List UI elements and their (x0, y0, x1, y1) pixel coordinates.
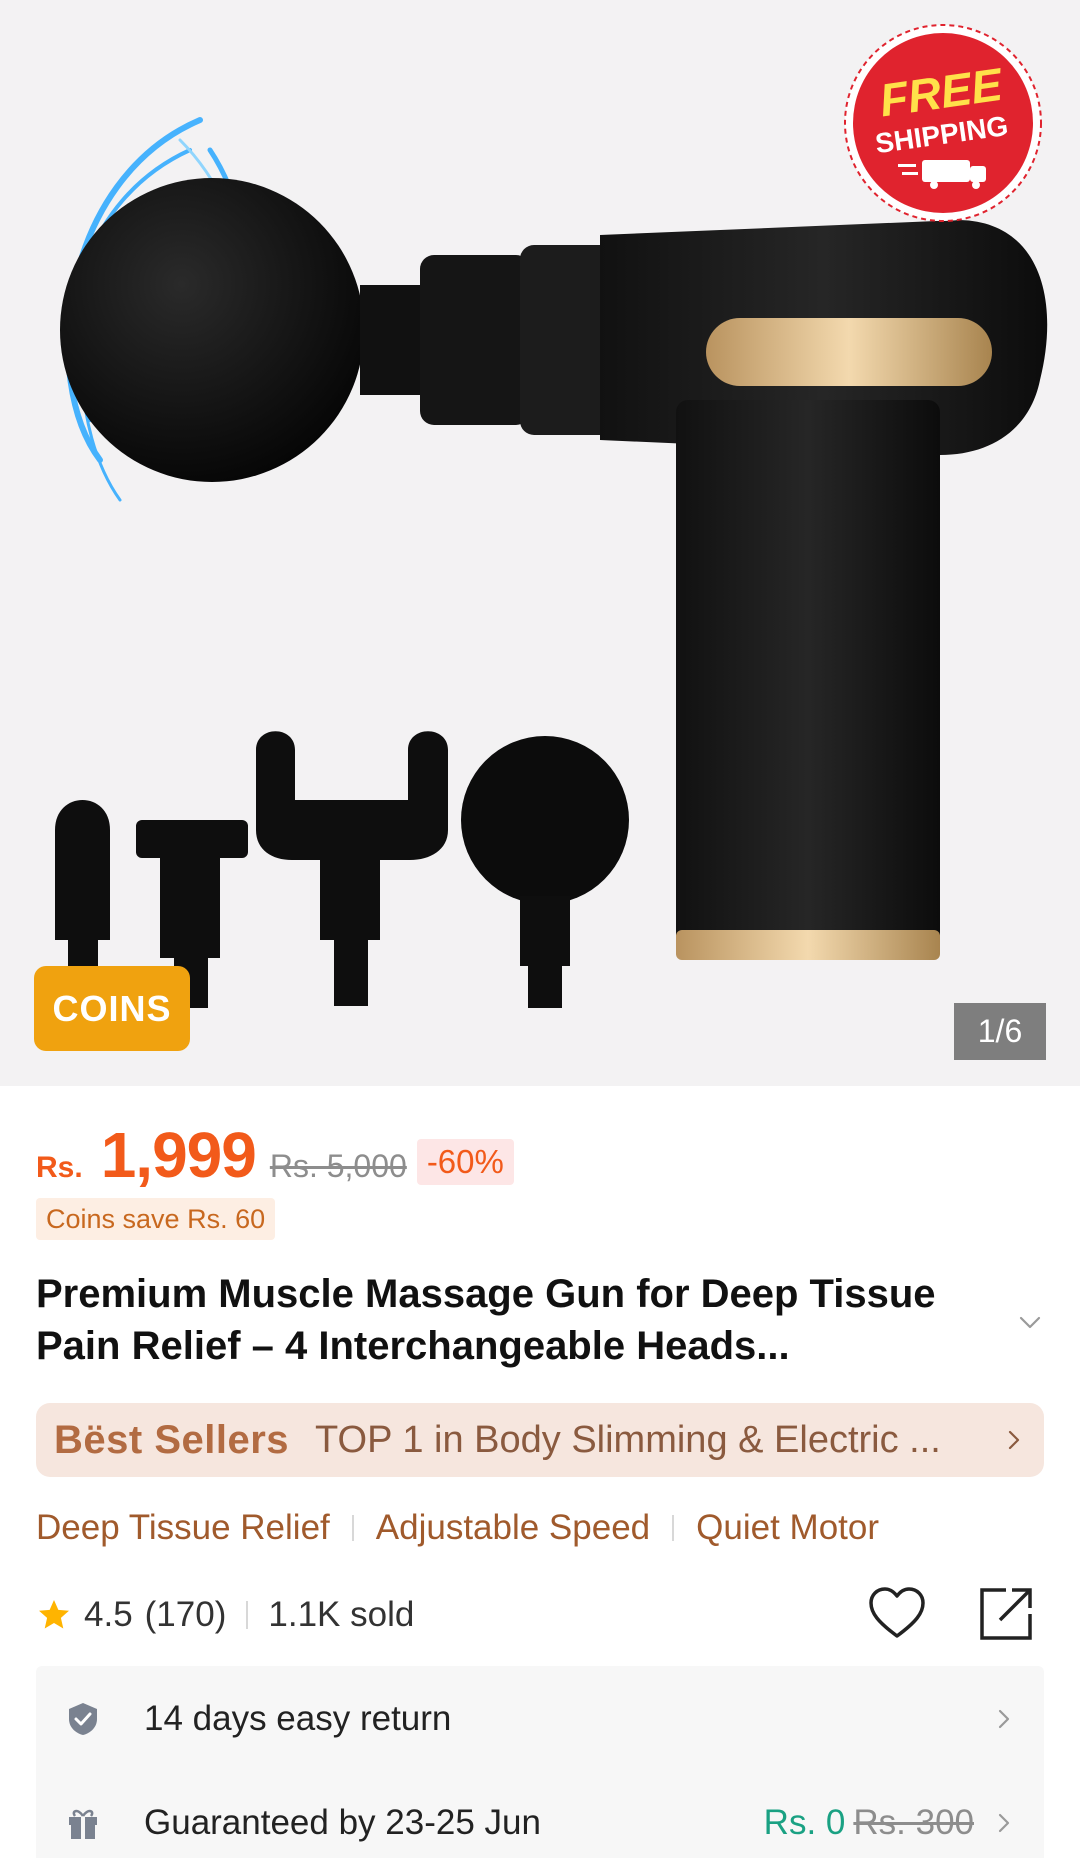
free-shipping-badge: FREE SHIPPING (844, 24, 1042, 222)
shield-check-icon (69, 1703, 97, 1735)
share-icon[interactable] (976, 1584, 1036, 1644)
price-row: Rs. 1,999 Rs. 5,000 -60% (36, 1118, 514, 1198)
chevron-down-icon[interactable] (1016, 1308, 1044, 1336)
chevron-right-icon (998, 1813, 1010, 1833)
feature-tags: Deep Tissue Relief Adjustable Speed Quie… (36, 1503, 879, 1553)
rating-score: 4.5 (84, 1595, 133, 1634)
rating-count: (170) (144, 1595, 227, 1634)
delivery-fee-original: Rs. 300 (853, 1803, 974, 1842)
original-price: Rs. 5,000 (269, 1148, 407, 1184)
sold-count: 1.1K sold (268, 1595, 415, 1634)
gift-icon (69, 1809, 97, 1839)
chevron-right-icon (998, 1709, 1010, 1729)
divider (351, 1515, 354, 1541)
current-price: 1,999 (100, 1119, 257, 1191)
image-counter: 1/6 (954, 1003, 1046, 1060)
discount-badge: -60% (416, 1139, 514, 1185)
product-image-gallery[interactable]: FREE SHIPPING COINS 1/6 (0, 0, 1080, 1086)
product-title[interactable]: Premium Muscle Massage Gun for Deep Tiss… (36, 1268, 1006, 1372)
coins-tag: COINS (34, 966, 190, 1051)
return-policy-text: 14 days easy return (144, 1699, 452, 1738)
divider (246, 1601, 249, 1629)
feature-tag: Adjustable Speed (375, 1508, 651, 1547)
star-icon (39, 1600, 69, 1629)
coins-save-badge: Coins save Rs. 60 (36, 1198, 276, 1240)
return-policy-row[interactable]: 14 days easy return (36, 1684, 1044, 1754)
currency-label: Rs. (36, 1151, 83, 1184)
feature-tag: Quiet Motor (696, 1508, 880, 1547)
service-panel: 14 days easy return Guaranteed by 23-25 … (36, 1666, 1044, 1858)
delivery-fee: Rs. 0 (763, 1803, 846, 1842)
rating-row[interactable]: 4.5 (170) 1.1K sold (36, 1590, 414, 1640)
feature-tag: Deep Tissue Relief (36, 1508, 330, 1547)
wishlist-heart-icon[interactable] (868, 1586, 926, 1640)
best-sellers-label: Bëst Sellers (54, 1417, 290, 1462)
chevron-right-icon (1008, 1430, 1020, 1450)
delivery-row[interactable]: Guaranteed by 23-25 Jun Rs. 0 Rs. 300 (36, 1788, 1044, 1858)
divider (672, 1515, 675, 1541)
best-sellers-rank: TOP 1 in Body Slimming & Electric ... (315, 1418, 941, 1461)
best-sellers-banner[interactable]: Bëst Sellers TOP 1 in Body Slimming & El… (36, 1403, 1044, 1477)
delivery-guarantee-text: Guaranteed by 23-25 Jun (144, 1803, 541, 1842)
